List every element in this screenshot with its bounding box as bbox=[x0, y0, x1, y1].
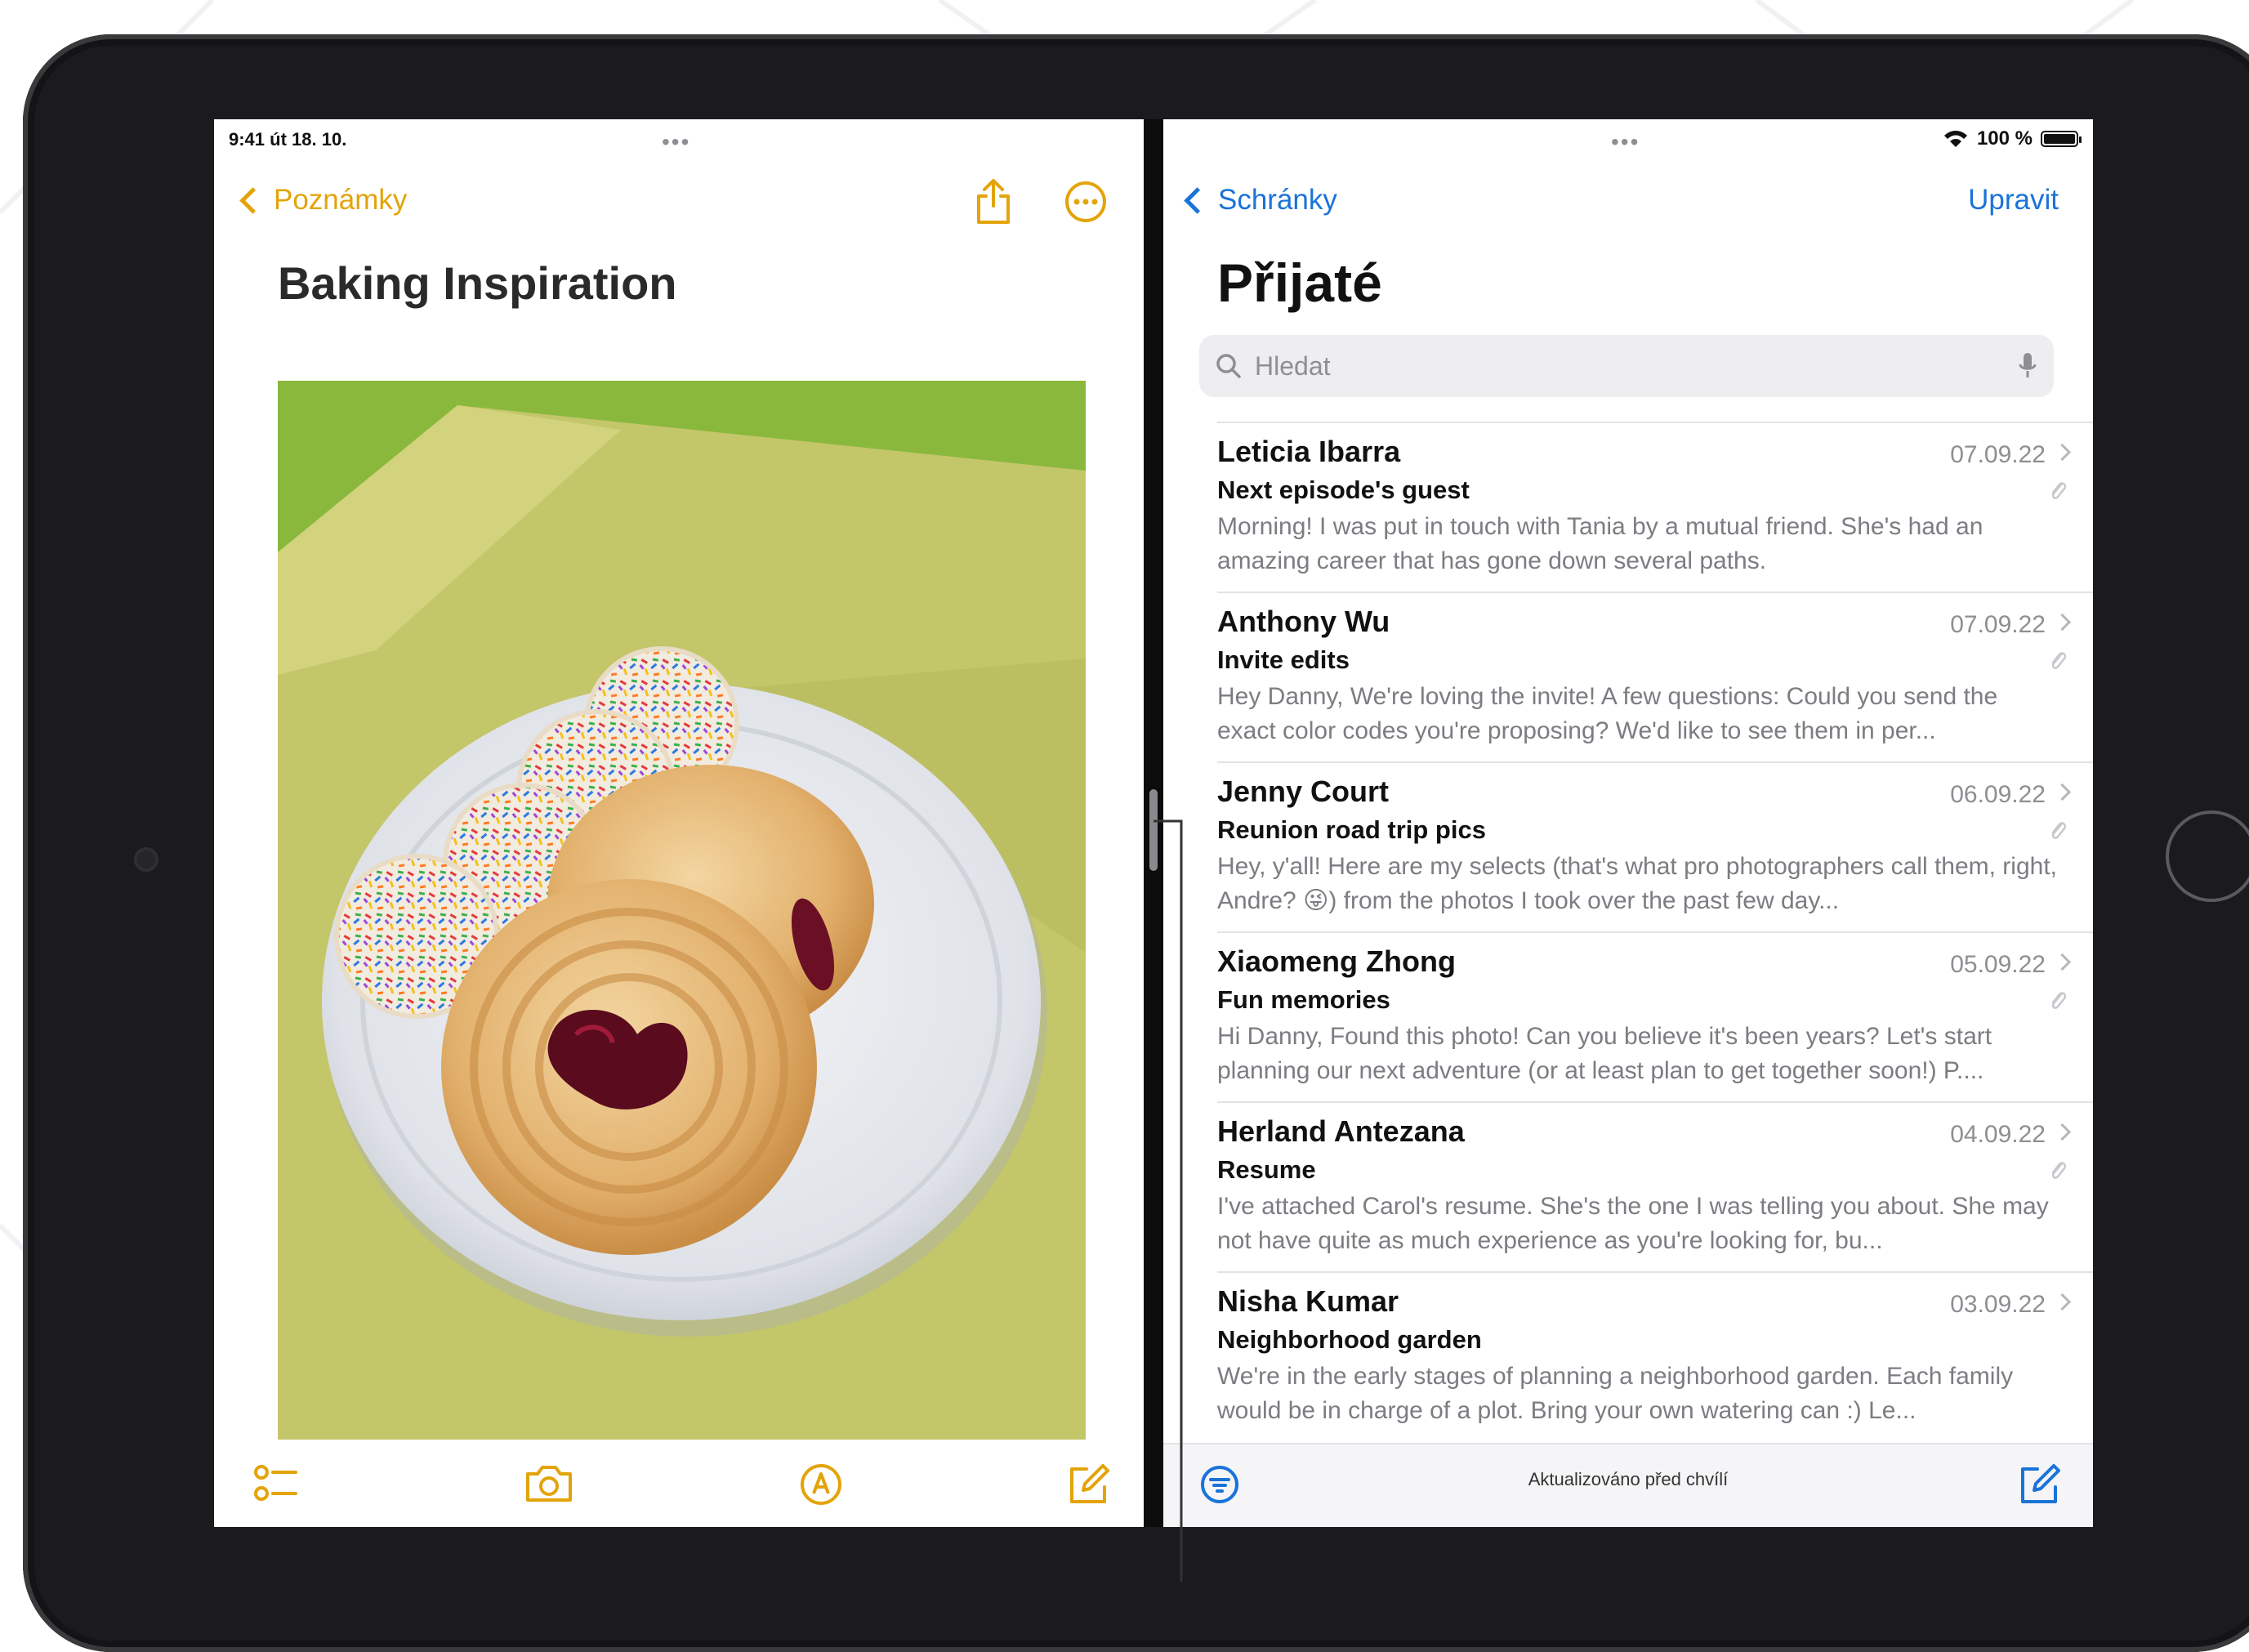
callout-line bbox=[1154, 819, 1183, 1582]
